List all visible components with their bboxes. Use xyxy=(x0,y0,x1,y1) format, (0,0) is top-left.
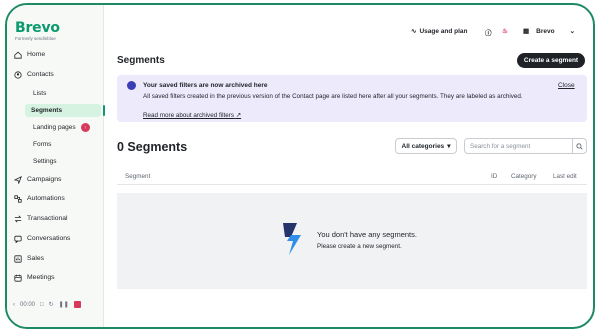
top-bar: ∿ Usage and plan ⓘ ♨ ▦ Brevo ⌄ xyxy=(104,5,593,45)
sidebar-item-label: Sales xyxy=(27,255,45,262)
sidebar-subitem-lists[interactable]: Lists xyxy=(27,87,101,100)
sidebar-item-home[interactable]: Home xyxy=(13,47,101,62)
category-select-value: All categories xyxy=(401,142,445,150)
sidebar-item-meetings[interactable]: Meetings xyxy=(13,270,101,285)
home-icon xyxy=(13,50,22,59)
account-label: Brevo xyxy=(536,27,555,35)
empty-state-title: You don't have any segments. xyxy=(317,230,417,239)
brand-logo[interactable]: Brevo xyxy=(15,20,60,36)
sidebar-item-automations[interactable]: Automations xyxy=(13,191,101,206)
search-icon[interactable] xyxy=(572,139,586,153)
sidebar-item-contacts[interactable]: Contacts xyxy=(13,67,101,82)
usage-and-plan-button[interactable]: ∿ Usage and plan xyxy=(411,27,468,36)
sidebar-item-label: Automations xyxy=(27,195,65,202)
empty-state: You don't have any segments. Please crea… xyxy=(117,193,587,289)
pause-icon[interactable]: ❚❚ xyxy=(59,301,69,308)
record-icon[interactable] xyxy=(73,301,81,308)
chevron-down-icon: ▾ xyxy=(447,143,451,150)
sidebar-item-label: Conversations xyxy=(27,235,71,242)
segment-search-input[interactable] xyxy=(465,139,573,153)
recording-time: 00:00 xyxy=(20,301,36,308)
banner-text: All saved filters created in the previou… xyxy=(143,93,523,100)
page-title: Segments xyxy=(117,55,165,66)
help-icon[interactable]: ⓘ xyxy=(485,27,492,37)
sidebar-item-label: Transactional xyxy=(27,215,68,222)
sidebar-subitem-landing-pages[interactable]: Landing pages ↑ xyxy=(27,121,101,134)
upgrade-badge: ↑ xyxy=(80,123,90,132)
app-frame: Brevo Formerly sendinblue Home Contacts … xyxy=(5,3,595,329)
send-icon xyxy=(13,175,22,184)
sidebar-item-campaigns[interactable]: Campaigns xyxy=(13,172,101,187)
column-id[interactable]: ID xyxy=(491,173,497,180)
automation-icon xyxy=(13,194,22,203)
transactional-icon xyxy=(13,214,22,223)
sidebar-item-transactional[interactable]: Transactional xyxy=(13,211,101,226)
recording-toolbar: ‹ 00:00 □ ↻ ❚❚ xyxy=(13,298,99,311)
sidebar-item-label: Meetings xyxy=(27,274,55,281)
sidebar-item-sales[interactable]: Sales xyxy=(13,251,101,266)
segments-count-title: 0 Segments xyxy=(117,140,188,154)
banner-title: Your saved filters are now archived here xyxy=(143,82,268,89)
sidebar-subitem-forms[interactable]: Forms xyxy=(27,138,101,151)
sales-icon xyxy=(13,254,22,263)
table-header: Segment ID Category Last edit xyxy=(117,169,587,185)
calendar-icon xyxy=(13,273,22,282)
banner-close-button[interactable]: Close xyxy=(558,82,575,89)
link-label: Read more about archived filters xyxy=(143,112,235,119)
brand-subtitle: Formerly sendinblue xyxy=(15,36,56,41)
sidebar: Brevo Formerly sendinblue Home Contacts … xyxy=(7,5,105,327)
sidebar-item-label: Home xyxy=(27,51,46,58)
sidebar-subitem-settings[interactable]: Settings xyxy=(27,155,101,168)
archived-filters-link[interactable]: Read more about archived filters ↗ xyxy=(143,112,241,119)
sidebar-item-conversations[interactable]: Conversations xyxy=(13,231,101,246)
archived-filters-banner: Your saved filters are now archived here… xyxy=(117,75,587,122)
building-icon: ▦ xyxy=(523,28,530,35)
restart-icon[interactable]: ↻ xyxy=(49,301,54,308)
activity-icon: ∿ xyxy=(411,28,417,35)
column-last-edit[interactable]: Last edit xyxy=(553,173,577,180)
sidebar-item-label: Contacts xyxy=(27,71,54,78)
chat-icon xyxy=(13,234,22,243)
column-segment[interactable]: Segment xyxy=(125,173,150,180)
lightning-illustration-icon xyxy=(283,223,301,255)
collapse-icon[interactable]: ‹ xyxy=(13,302,15,308)
column-category[interactable]: Category xyxy=(511,173,537,180)
trash-icon[interactable]: □ xyxy=(40,302,44,308)
contacts-icon xyxy=(13,70,22,79)
external-link-icon: ↗ xyxy=(235,112,242,119)
usage-label: Usage and plan xyxy=(419,27,468,35)
create-segment-button[interactable]: Create a segment xyxy=(517,53,585,68)
empty-state-subtitle: Please create a new segment. xyxy=(317,243,402,250)
segment-search xyxy=(464,138,587,154)
sidebar-subitem-segments[interactable]: Segments xyxy=(25,104,105,117)
sidebar-item-label: Campaigns xyxy=(27,176,62,183)
notifications-icon[interactable]: ♨ xyxy=(502,27,508,35)
sidebar-item-label: Landing pages xyxy=(33,124,76,131)
info-icon xyxy=(127,81,136,90)
account-button[interactable]: ▦ Brevo ⌄ xyxy=(523,27,576,36)
category-select[interactable]: All categories ▾ xyxy=(395,138,457,154)
chevron-down-icon: ⌄ xyxy=(569,28,576,35)
